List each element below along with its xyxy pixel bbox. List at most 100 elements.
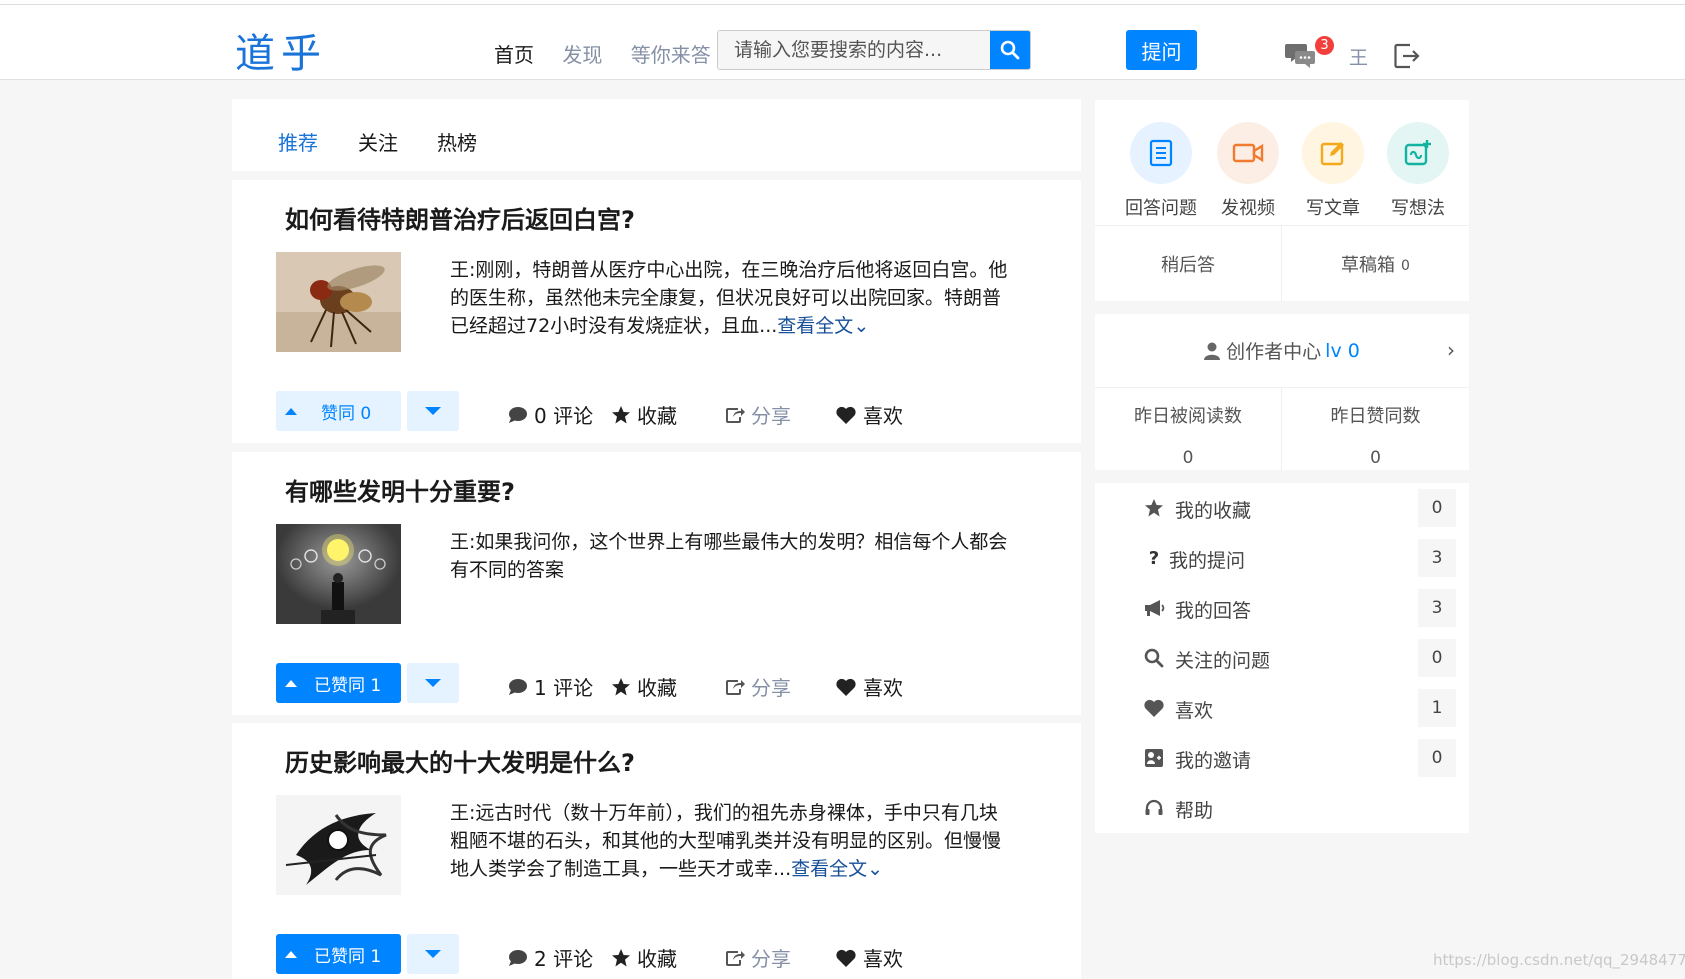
idea-icon xyxy=(1404,140,1431,166)
question-icon: ? xyxy=(1148,547,1160,569)
like-button[interactable]: 喜欢 xyxy=(835,943,903,972)
comment-icon xyxy=(509,949,527,966)
logo[interactable]: 道乎 xyxy=(235,21,327,79)
watermark: https://blog.csdn.net/qq_29484773 xyxy=(1433,951,1685,969)
tab-recommend[interactable]: 推荐 xyxy=(278,127,318,156)
like-button[interactable]: 喜欢 xyxy=(835,672,903,701)
creator-center-link[interactable]: 创作者中心 lv 0 xyxy=(1095,314,1469,388)
heart-icon xyxy=(836,949,856,967)
question-title[interactable]: 历史影响最大的十大发明是什么? xyxy=(285,743,635,778)
drafts-button[interactable]: 草稿箱 0 xyxy=(1282,226,1469,302)
share-button[interactable]: 分享 xyxy=(725,943,791,972)
triangle-down-icon xyxy=(425,679,441,687)
question-card: 有哪些发明十分重要? 王:如果我问你，这个世界上有哪些最伟大的发明？相信每个人都… xyxy=(232,452,1081,715)
search-input[interactable] xyxy=(718,31,991,69)
heart-icon xyxy=(1143,697,1165,719)
comment-icon xyxy=(509,678,527,695)
creator-panel: 回答问题 发视频 写文章 写想法 稍后答 草稿箱 0 xyxy=(1095,100,1469,302)
share-button[interactable]: 分享 xyxy=(725,672,791,701)
search-box xyxy=(717,30,1031,70)
question-excerpt: 王:如果我问你，这个世界上有哪些最伟大的发明？相信每个人都会有不同的答案 xyxy=(450,531,1008,581)
user-name[interactable]: 王 xyxy=(1349,43,1368,70)
bullhorn-icon xyxy=(1143,597,1165,619)
read-more-link[interactable]: 查看全文 xyxy=(791,858,867,880)
answer-question-button[interactable]: 回答问题 xyxy=(1118,122,1204,220)
tab-hot[interactable]: 热榜 xyxy=(437,127,477,156)
chevron-down-icon: ⌄ xyxy=(867,858,884,880)
downvote-button[interactable] xyxy=(407,663,459,703)
menu-likes[interactable]: 喜欢 1 xyxy=(1095,683,1469,733)
comment-button[interactable]: 0 评论 xyxy=(508,400,593,429)
menu-my-answers[interactable]: 我的回答 3 xyxy=(1095,583,1469,633)
menu-my-questions[interactable]: ? 我的提问 3 xyxy=(1095,533,1469,583)
headset-icon xyxy=(1143,797,1165,819)
triangle-up-icon xyxy=(285,679,297,687)
question-card: 如何看待特朗普治疗后返回白宫? 王:刚刚，特朗普从医疗中心出院，在三晚治疗后他将… xyxy=(232,180,1081,443)
heart-icon xyxy=(836,406,856,424)
star-icon xyxy=(612,948,630,966)
menu-my-collections[interactable]: 我的收藏 0 xyxy=(1095,483,1469,533)
collect-button[interactable]: 收藏 xyxy=(611,400,677,429)
nav-waiting[interactable]: 等你来答 xyxy=(631,43,711,67)
collect-button[interactable]: 收藏 xyxy=(611,672,677,701)
question-excerpt: 王:远古时代（数十万年前），我们的祖先赤身裸体，手中只有几块粗陋不堪的石头，和其… xyxy=(450,802,1002,880)
chevron-right-icon[interactable]: › xyxy=(1447,338,1455,362)
star-icon xyxy=(1143,497,1165,519)
video-icon xyxy=(1232,143,1264,163)
answer-later-button[interactable]: 稍后答 xyxy=(1095,226,1282,302)
stat-reads: 昨日被阅读数 0 xyxy=(1095,388,1282,470)
triangle-down-icon xyxy=(425,407,441,415)
question-card: 历史影响最大的十大发明是什么? 王:远古时代（数十万年前），我们的祖先赤身裸体，… xyxy=(232,723,1081,979)
search-button[interactable] xyxy=(990,31,1030,69)
triangle-up-icon xyxy=(285,950,297,958)
tab-follow[interactable]: 关注 xyxy=(358,127,398,156)
nav-home[interactable]: 首页 xyxy=(494,43,534,67)
like-button[interactable]: 喜欢 xyxy=(835,400,903,429)
message-badge: 3 xyxy=(1315,36,1334,55)
share-button[interactable]: 分享 xyxy=(725,400,791,429)
menu-my-invitations[interactable]: 我的邀请 0 xyxy=(1095,733,1469,783)
main-nav: 首页 发现 等你来答 xyxy=(494,39,733,68)
comment-icon xyxy=(509,406,527,423)
read-more-link[interactable]: 查看全文 xyxy=(777,315,853,337)
heart-icon xyxy=(836,678,856,696)
creator-shortcuts: 回答问题 发视频 写文章 写想法 xyxy=(1095,122,1469,227)
feed-tabs: 推荐 关注 热榜 xyxy=(232,99,1081,171)
stat-upvotes: 昨日赞同数 0 xyxy=(1330,406,1421,468)
upvote-button[interactable]: 已赞同 1 xyxy=(276,934,401,974)
downvote-button[interactable] xyxy=(407,391,459,431)
triangle-up-icon xyxy=(285,407,297,415)
menu-help[interactable]: 帮助 xyxy=(1095,783,1469,833)
messages-icon[interactable] xyxy=(1285,41,1317,69)
question-thumbnail-fly[interactable] xyxy=(276,252,401,352)
document-icon xyxy=(1149,139,1173,167)
triangle-down-icon xyxy=(425,950,441,958)
ask-button[interactable]: 提问 xyxy=(1126,30,1197,70)
share-icon xyxy=(726,950,745,966)
write-article-button[interactable]: 写文章 xyxy=(1290,122,1376,220)
downvote-button[interactable] xyxy=(407,934,459,974)
question-title[interactable]: 有哪些发明十分重要? xyxy=(285,472,515,507)
user-icon xyxy=(1204,342,1221,360)
creator-center-panel: 创作者中心 lv 0 › 昨日被阅读数 0 昨日赞同数 0 xyxy=(1095,314,1469,470)
chevron-down-icon: ⌄ xyxy=(853,315,870,337)
comment-button[interactable]: 2 评论 xyxy=(508,943,593,972)
share-icon xyxy=(726,679,745,695)
search-icon xyxy=(1143,647,1165,669)
upvote-button[interactable]: 赞同 0 xyxy=(276,391,401,431)
personal-menu: 我的收藏 0 ? 我的提问 3 我的回答 3 关注的问题 0 喜欢 1 我的邀请… xyxy=(1095,483,1469,833)
menu-followed-questions[interactable]: 关注的问题 0 xyxy=(1095,633,1469,683)
nav-discover[interactable]: 发现 xyxy=(562,43,602,67)
question-excerpt: 王:刚刚，特朗普从医疗中心出院，在三晚治疗后他将返回白宫。他的医生称，虽然他未完… xyxy=(450,259,1008,337)
post-video-button[interactable]: 发视频 xyxy=(1205,122,1291,220)
logout-icon[interactable] xyxy=(1393,42,1421,70)
question-thumbnail-lightbulb[interactable] xyxy=(276,524,401,624)
upvote-button[interactable]: 已赞同 1 xyxy=(276,663,401,703)
question-thumbnail-ink[interactable] xyxy=(276,795,401,895)
write-idea-button[interactable]: 写想法 xyxy=(1375,122,1461,220)
collect-button[interactable]: 收藏 xyxy=(611,943,677,972)
comment-button[interactable]: 1 评论 xyxy=(508,672,593,701)
search-icon xyxy=(1000,40,1020,60)
star-icon xyxy=(612,677,630,695)
question-title[interactable]: 如何看待特朗普治疗后返回白宫? xyxy=(285,200,635,235)
